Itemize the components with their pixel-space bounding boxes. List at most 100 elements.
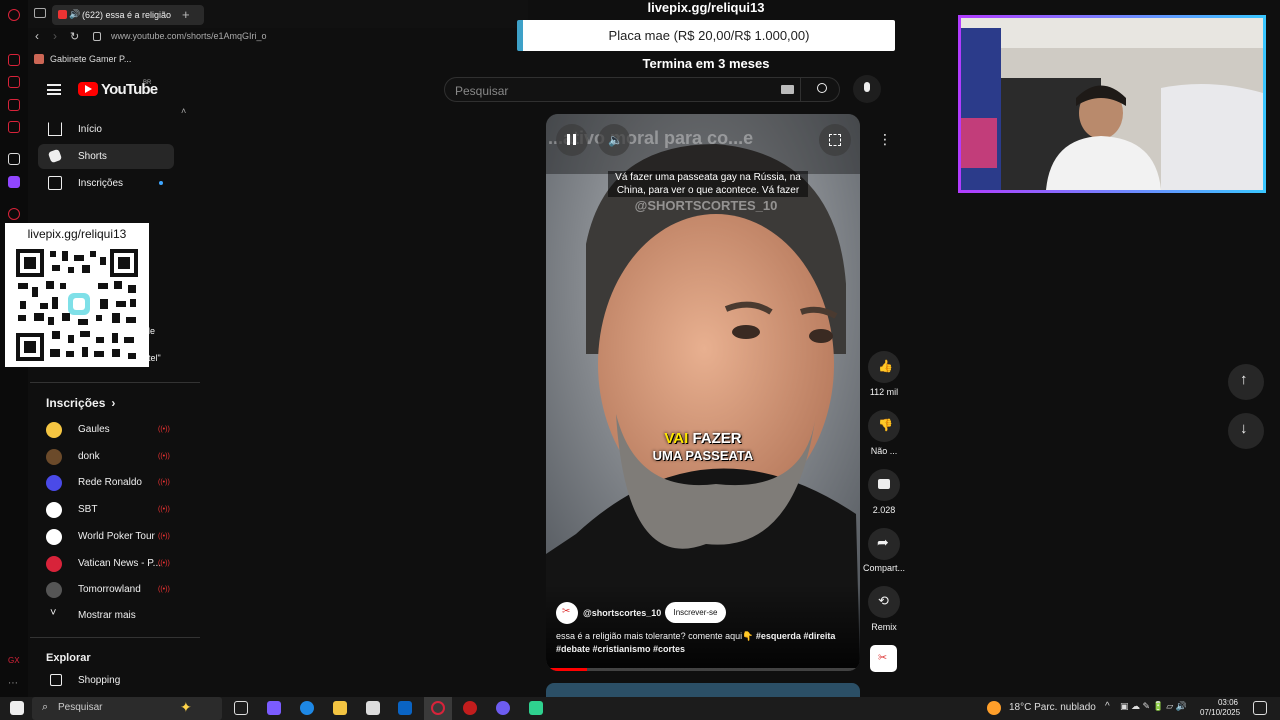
subscription-item[interactable]: Gaules ((•)): [38, 418, 170, 442]
subscription-item[interactable]: donk ((•)): [38, 445, 170, 469]
pause-icon: [567, 134, 570, 145]
like-button[interactable]: 👍: [868, 351, 900, 383]
opera-logo-icon[interactable]: [8, 9, 20, 21]
share-button[interactable]: ➦: [868, 528, 900, 560]
sidebar-item-label: Shorts: [78, 151, 107, 162]
taskbar-search[interactable]: ⌕ Pesquisar ✦: [32, 697, 222, 720]
comment-count: 2.028: [872, 505, 896, 515]
bookmark-item[interactable]: Gabinete Gamer P...: [50, 54, 131, 64]
player-icon[interactable]: [8, 208, 20, 220]
sidebar-item-subscriptions[interactable]: Inscrições: [38, 171, 174, 196]
subscription-item[interactable]: Vatican News - P... ((•)): [38, 552, 170, 576]
hashtags[interactable]: #esquerda #direita: [756, 631, 836, 641]
clock[interactable]: 03:06 07/10/2025: [1200, 698, 1240, 718]
goal-end: Termina em 3 meses: [642, 56, 770, 71]
channel-name[interactable]: @shortscortes_10: [583, 608, 661, 618]
task-view-icon[interactable]: [234, 701, 248, 715]
pause-button[interactable]: [556, 124, 588, 156]
subscription-item[interactable]: Rede Ronaldo ((•)): [38, 471, 170, 495]
sidebar-app-icon[interactable]: [8, 153, 20, 165]
edge-icon[interactable]: [300, 701, 314, 715]
more-icon[interactable]: ⋯: [8, 678, 20, 690]
speaker-icon[interactable]: 🔊: [69, 9, 80, 20]
live-indicator-icon: ((•)): [158, 532, 170, 540]
workspaces-icon[interactable]: [34, 8, 46, 18]
subscription-item[interactable]: Tomorrowland ((•)): [38, 578, 170, 602]
sidebar-item-shopping[interactable]: Shopping: [38, 669, 168, 693]
show-more-label: Mostrar mais: [78, 610, 136, 621]
tray-chevron-icon[interactable]: ^: [1105, 701, 1110, 712]
subscription-item[interactable]: World Poker Tour ((•)): [38, 525, 170, 549]
progress-track[interactable]: [546, 668, 860, 671]
forward-icon[interactable]: ›: [53, 29, 57, 43]
channel-avatar: [46, 555, 62, 572]
shorts-video-player[interactable]: ...ativo moral para co...e 🔈 Vá fazer um…: [546, 114, 860, 671]
voice-search-button[interactable]: [853, 75, 881, 103]
goal-bar: Placa mae (R$ 20,00/R$ 1.000,00): [517, 20, 895, 51]
fullscreen-button[interactable]: [819, 124, 851, 156]
lock-icon[interactable]: [93, 32, 101, 41]
subscribe-button[interactable]: Inscrever-se: [665, 602, 726, 623]
new-tab-icon[interactable]: +: [182, 7, 190, 22]
fullscreen-icon: [829, 134, 841, 146]
store-icon[interactable]: [366, 701, 380, 715]
sidebar-item-home[interactable]: Início: [38, 117, 174, 142]
search-button[interactable]: [800, 77, 844, 102]
app-icon[interactable]: [529, 701, 543, 715]
subscription-label: Gaules: [78, 424, 110, 435]
scroll-up-icon[interactable]: ˄: [181, 106, 186, 116]
tray-icons[interactable]: ▣ ☁ ✎ 🔋 ▱ 🔊: [1120, 701, 1187, 712]
sidebar-app-icon[interactable]: [8, 54, 20, 66]
webcam-overlay: [958, 15, 1266, 193]
notifications-icon[interactable]: [1253, 701, 1267, 715]
channel-avatar: [46, 475, 62, 492]
progress-fill: [546, 668, 587, 671]
sidebar-app-icon[interactable]: [8, 76, 20, 88]
twitch-icon[interactable]: [8, 176, 20, 188]
arrow-up-icon: ↑: [1240, 371, 1248, 388]
dislike-button[interactable]: 👎: [868, 410, 900, 442]
next-short-preview[interactable]: [546, 683, 860, 697]
bookmarks-bar: Gabinete Gamer P...: [28, 50, 428, 68]
remix-button[interactable]: ⟲: [868, 586, 900, 618]
weather-icon[interactable]: [987, 701, 1001, 715]
gx-icon[interactable]: GX: [8, 656, 20, 668]
video-watermark: @SHORTSCORTES_10: [634, 198, 778, 213]
comment-icon: [878, 479, 890, 489]
copilot-icon[interactable]: [267, 701, 281, 715]
sidebar-app-icon[interactable]: [8, 121, 20, 133]
app-icon[interactable]: [463, 701, 477, 715]
qr-url: livepix.gg/reliqui13: [27, 227, 127, 241]
taskbar-search-placeholder: Pesquisar: [58, 702, 103, 713]
back-icon[interactable]: ‹: [35, 29, 39, 43]
menu-icon[interactable]: [47, 84, 61, 95]
weather-text[interactable]: 18°C Parc. nublado: [1009, 702, 1096, 713]
comments-button[interactable]: [868, 469, 900, 501]
home-icon: [48, 122, 62, 136]
show-more-button[interactable]: ˅ Mostrar mais: [38, 604, 168, 628]
taskbar-active-app[interactable]: [424, 697, 452, 720]
channel-avatar[interactable]: ✂: [556, 602, 578, 624]
subscriptions-header[interactable]: Inscrições ›: [46, 396, 115, 410]
discord-icon[interactable]: [496, 701, 510, 715]
file-explorer-icon[interactable]: [333, 701, 347, 715]
more-options-icon[interactable]: ⋮: [878, 131, 892, 148]
subscription-label: Rede Ronaldo: [78, 477, 142, 489]
keyboard-icon[interactable]: [781, 85, 794, 94]
sidebar-item-label: Shopping: [78, 675, 121, 686]
next-short-button[interactable]: ↓: [1228, 413, 1264, 449]
previous-short-button[interactable]: ↑: [1228, 364, 1264, 400]
youtube-favicon-icon: [58, 10, 67, 19]
url-text[interactable]: www.youtube.com/shorts/e1AmqGIri_o: [111, 31, 267, 41]
subscription-item[interactable]: SBT ((•)): [38, 498, 170, 522]
youtube-logo-icon[interactable]: [78, 82, 98, 96]
reload-icon[interactable]: ↻: [70, 30, 79, 43]
sound-thumbnail[interactable]: ✂: [870, 645, 897, 672]
sidebar-app-icon[interactable]: [8, 99, 20, 111]
sidebar-item-shorts[interactable]: Shorts: [38, 144, 174, 169]
goal-label: Placa mae (R$ 20,00/R$ 1.000,00): [608, 28, 810, 43]
hashtags[interactable]: #debate #cristianismo #cortes: [556, 644, 685, 654]
mute-button[interactable]: 🔈: [598, 124, 630, 156]
windows-start-icon[interactable]: [10, 701, 24, 715]
outlook-icon[interactable]: [398, 701, 412, 715]
